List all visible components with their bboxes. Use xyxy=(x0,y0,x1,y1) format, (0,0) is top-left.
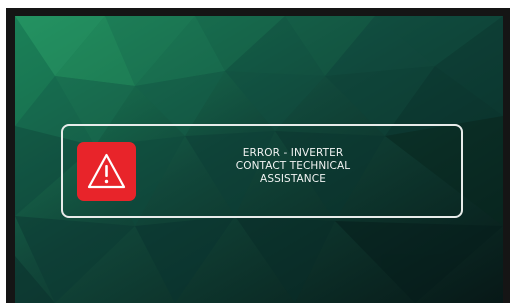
warning-triangle-icon xyxy=(87,153,126,189)
device-frame: ERROR - INVERTER CONTACT TECHNICAL ASSIS… xyxy=(6,8,510,303)
error-message-line-1: ERROR - INVERTER xyxy=(242,147,344,159)
error-message: ERROR - INVERTER CONTACT TECHNICAL ASSIS… xyxy=(183,147,403,186)
error-message-line-2: CONTACT TECHNICAL xyxy=(235,160,351,172)
display-screen: ERROR - INVERTER CONTACT TECHNICAL ASSIS… xyxy=(15,16,503,303)
error-alert-box: ERROR - INVERTER CONTACT TECHNICAL ASSIS… xyxy=(61,124,463,218)
warning-icon-badge xyxy=(77,142,136,201)
error-message-line-3: ASSISTANCE xyxy=(260,173,326,185)
